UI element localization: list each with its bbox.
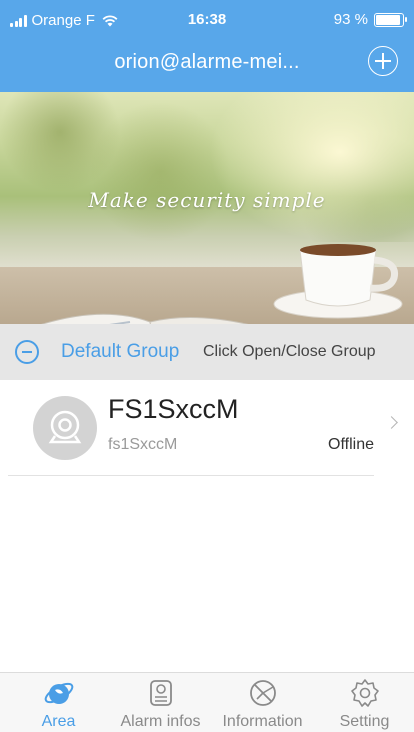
battery-percent: 93 % xyxy=(333,11,368,28)
tab-setting-label: Setting xyxy=(339,713,390,730)
promo-banner: Make security simple xyxy=(0,92,414,324)
tab-information-label: Information xyxy=(222,713,303,730)
app-screen: Orange F 16:38 93 % orion@alarme-mei... xyxy=(0,0,414,732)
account-title: orion@alarme-mei... xyxy=(114,51,300,73)
tab-alarm-infos-label: Alarm infos xyxy=(120,713,201,730)
banner-slogan: Make security simple xyxy=(88,188,326,212)
device-row[interactable]: FS1SxccM fs1SxccM Offline xyxy=(0,380,414,476)
tab-alarm-infos[interactable]: Alarm infos xyxy=(109,673,212,732)
tab-setting[interactable]: Setting xyxy=(313,673,414,732)
add-device-button[interactable] xyxy=(368,46,398,76)
device-name: FS1SxccM xyxy=(108,394,239,424)
chevron-right-icon xyxy=(385,416,398,429)
tab-bar: Area Alarm infos Information Setting xyxy=(0,672,414,732)
book-illustration xyxy=(41,313,249,324)
tab-area[interactable]: Area xyxy=(7,673,110,732)
status-bar: Orange F 16:38 93 % xyxy=(0,0,414,40)
collapse-group-icon[interactable] xyxy=(15,340,39,364)
group-hint: Click Open/Close Group xyxy=(203,343,376,360)
group-header[interactable]: Default Group Click Open/Close Group xyxy=(0,324,414,380)
area-icon xyxy=(44,682,74,704)
row-divider xyxy=(8,475,374,476)
group-name: Default Group xyxy=(61,341,180,362)
battery-fill xyxy=(376,14,401,25)
status-right: 93 % xyxy=(333,11,407,28)
header-bar: Orange F 16:38 93 % orion@alarme-mei... xyxy=(0,0,414,92)
coffee-cup-illustration xyxy=(273,244,403,319)
tab-information[interactable]: Information xyxy=(211,673,314,732)
camera-icon xyxy=(33,396,97,460)
information-icon xyxy=(250,680,276,706)
nav-bar: orion@alarme-mei... xyxy=(0,40,414,92)
device-status: Offline xyxy=(328,436,374,453)
device-id: fs1SxccM xyxy=(108,436,178,453)
setting-icon xyxy=(351,679,379,707)
tab-area-label: Area xyxy=(41,713,76,730)
battery-icon xyxy=(374,12,407,27)
alarm-infos-icon xyxy=(150,680,172,706)
